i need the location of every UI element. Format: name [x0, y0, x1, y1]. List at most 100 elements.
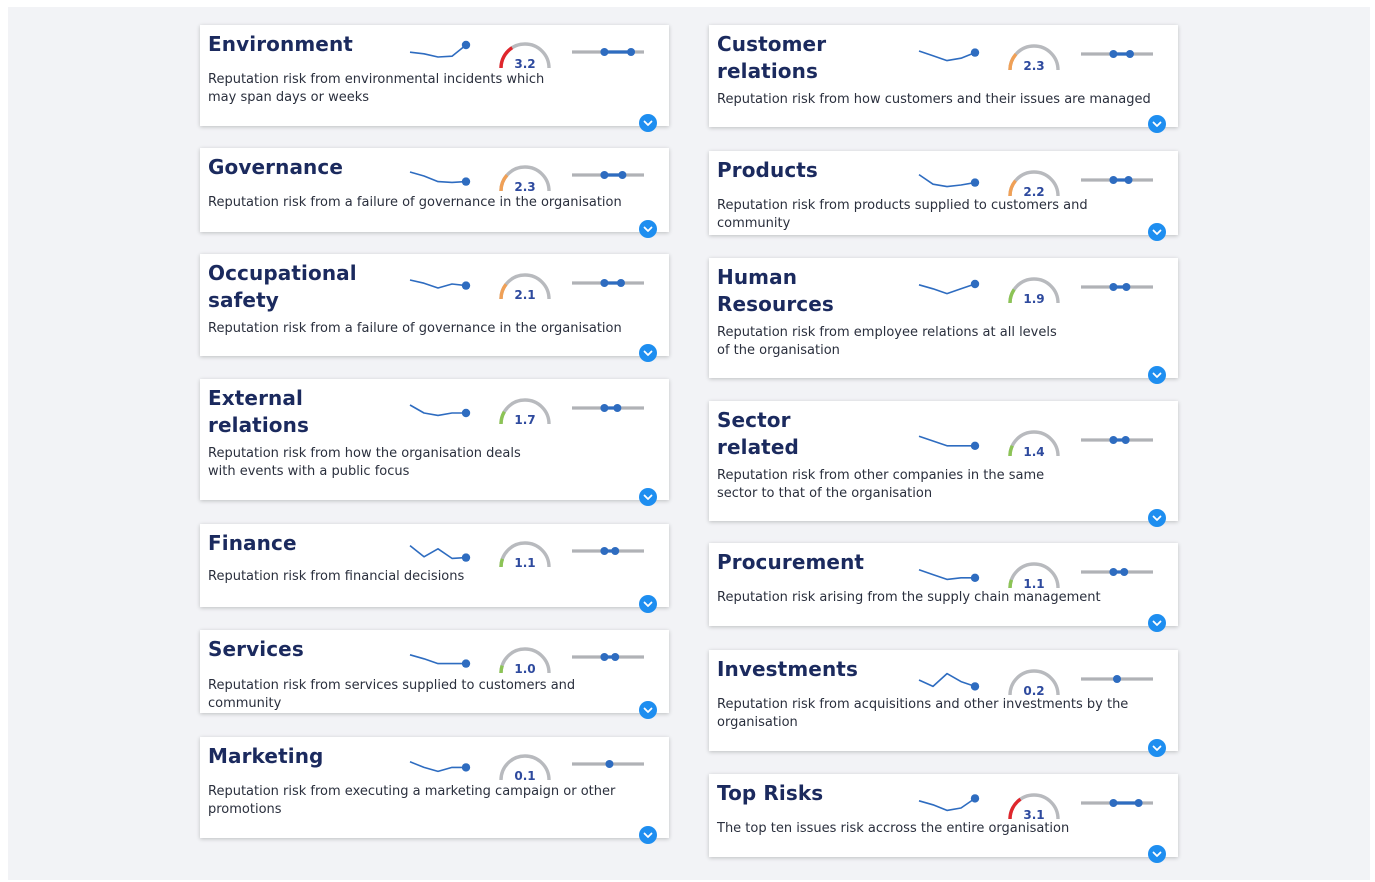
range-high-dot	[611, 653, 620, 661]
risk-card-finance[interactable]: Finance Reputation risk from financial de…	[200, 524, 669, 613]
trend-sparkline	[918, 48, 980, 62]
risk-score-gauge: 2.3	[499, 165, 551, 194]
trend-sparkline	[409, 761, 471, 773]
risk-range-indicator	[1081, 799, 1153, 807]
card-description: Reputation risk from financial decisions	[208, 569, 465, 584]
risk-score-gauge: 2.2	[1008, 170, 1060, 199]
expand-button[interactable]	[639, 114, 657, 132]
risk-score-value: 1.1	[1023, 577, 1044, 591]
trend-current-dot	[461, 763, 471, 772]
trend-line	[409, 404, 466, 417]
trend-line	[409, 761, 466, 773]
card-title: External relations	[208, 386, 309, 437]
card-title: Procurement	[717, 550, 865, 574]
expand-button[interactable]	[1148, 614, 1166, 632]
card-title: Investments	[717, 657, 858, 681]
risk-score-value: 0.2	[1023, 684, 1044, 698]
trend-sparkline	[409, 654, 471, 668]
risk-range-indicator	[572, 171, 644, 179]
gauge-fill	[1008, 797, 1022, 820]
expand-button[interactable]	[1148, 845, 1166, 863]
trend-sparkline	[918, 794, 980, 812]
risk-card-marketing[interactable]: Marketing Reputation risk from executing …	[200, 737, 669, 844]
range-low-dot	[600, 653, 609, 661]
chevron-down-icon	[643, 494, 653, 500]
risk-score-value: 3.1	[1023, 808, 1044, 822]
range-high-dot	[611, 547, 620, 555]
trend-sparkline	[918, 173, 980, 188]
risk-card-services[interactable]: Services Reputation risk from services su…	[200, 630, 669, 719]
gauge-fill	[499, 410, 506, 425]
risk-card-environment[interactable]: Environment Reputation risk from environm…	[200, 25, 669, 132]
chevron-down-icon	[1152, 851, 1162, 857]
trend-line	[409, 279, 467, 289]
risk-score-gauge: 2.3	[1008, 44, 1060, 73]
risk-card-procurement[interactable]: Procurement Reputation risk arising from …	[709, 543, 1178, 632]
trend-sparkline	[409, 171, 471, 186]
expand-button[interactable]	[1148, 115, 1166, 133]
risk-card-products[interactable]: Products Reputation risk from products su…	[709, 151, 1178, 241]
range-high-dot	[1120, 568, 1129, 576]
trend-line	[918, 435, 975, 447]
risk-score-value: 2.3	[1023, 59, 1044, 73]
expand-button[interactable]	[1148, 509, 1166, 527]
trend-current-dot	[970, 794, 980, 803]
gauge-fill	[499, 283, 508, 300]
card-title: Marketing	[208, 744, 324, 768]
risk-range-indicator	[572, 48, 644, 56]
risk-score-value: 2.3	[514, 180, 535, 194]
risk-score-gauge: 0.2	[1008, 669, 1060, 698]
range-high-dot	[1124, 176, 1133, 184]
risk-range-indicator	[572, 653, 644, 661]
risk-score-gauge: 0.1	[499, 754, 551, 783]
range-low-dot	[600, 171, 609, 179]
risk-card-top-risks[interactable]: Top Risks The top ten issues risk accross…	[709, 774, 1178, 863]
range-value-dot	[1113, 675, 1121, 683]
card-description: Reputation risk from environmental incid…	[208, 72, 545, 105]
risk-card-customer-relations[interactable]: Customer relations Reputation risk from h…	[709, 25, 1178, 133]
trend-current-dot	[461, 177, 471, 186]
expand-button[interactable]	[639, 344, 657, 362]
risk-range-indicator	[1081, 50, 1153, 58]
risk-range-indicator	[1081, 283, 1153, 291]
risk-score-value: 1.7	[514, 413, 535, 427]
expand-button[interactable]	[639, 701, 657, 719]
risk-card-human-resources[interactable]: Human Resources Reputation risk from empl…	[709, 258, 1178, 384]
chevron-down-icon	[643, 601, 653, 607]
trend-line	[918, 283, 976, 295]
risk-card-external-relations[interactable]: External relations Reputation risk from h…	[200, 379, 669, 506]
range-value-dot	[605, 760, 614, 768]
card-title: Sector related	[717, 408, 799, 459]
risk-card-investments[interactable]: Investments Reputation risk from acquisit…	[709, 650, 1178, 757]
expand-button[interactable]	[639, 826, 657, 844]
card-title: Occupational safety	[208, 261, 357, 312]
trend-line	[409, 544, 467, 560]
trend-current-dot	[970, 48, 980, 57]
risk-card-occupational-safety[interactable]: Occupational safety Reputation risk from …	[200, 254, 669, 362]
trend-current-dot	[970, 441, 980, 450]
trend-sparkline	[918, 435, 980, 450]
card-description: Reputation risk from how the organisatio…	[208, 446, 521, 479]
trend-current-dot	[461, 659, 471, 668]
expand-button[interactable]	[1148, 223, 1166, 241]
risk-range-indicator	[572, 547, 644, 555]
risk-range-indicator	[1081, 675, 1153, 683]
expand-button[interactable]	[1148, 366, 1166, 384]
expand-button[interactable]	[639, 220, 657, 238]
chevron-down-icon	[643, 832, 653, 838]
range-low-dot	[1109, 50, 1118, 58]
expand-button[interactable]	[639, 595, 657, 613]
card-title: Customer relations	[717, 32, 827, 83]
risk-card-sector-related[interactable]: Sector related Reputation risk from other…	[709, 401, 1178, 527]
expand-button[interactable]	[1148, 739, 1166, 757]
card-title: Governance	[208, 155, 344, 179]
risk-card-governance[interactable]: Governance Reputation risk from a failure…	[200, 148, 669, 238]
gauge-fill	[499, 174, 509, 192]
range-low-dot	[600, 404, 609, 412]
expand-button[interactable]	[639, 488, 657, 506]
card-description: Reputation risk from other companies in …	[717, 468, 1045, 501]
range-high-dot	[1125, 50, 1134, 58]
trend-current-dot	[970, 279, 980, 289]
risk-range-indicator	[1081, 176, 1153, 184]
card-title: Human Resources	[717, 265, 834, 316]
